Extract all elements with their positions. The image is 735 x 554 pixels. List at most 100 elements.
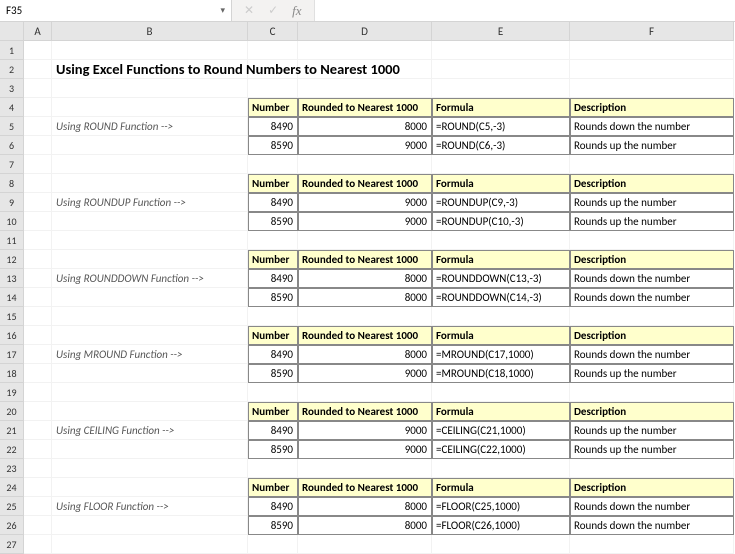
cell[interactable] — [432, 383, 570, 402]
cell[interactable] — [570, 79, 734, 98]
cell-desc[interactable]: Rounds down the number — [570, 345, 734, 364]
cell[interactable] — [24, 402, 52, 421]
row-header[interactable]: 20 — [0, 402, 24, 421]
cell[interactable] — [52, 516, 248, 535]
row-header[interactable]: 8 — [0, 174, 24, 193]
row-header[interactable]: 2 — [0, 60, 24, 79]
col-header-rounded[interactable]: Rounded to Nearest 1000 — [298, 98, 432, 117]
cell[interactable] — [24, 117, 52, 136]
cell[interactable] — [248, 155, 298, 174]
row-header[interactable]: 27 — [0, 535, 24, 554]
cell-rounded[interactable]: 9000 — [298, 136, 432, 155]
cell-desc[interactable]: Rounds up the number — [570, 212, 734, 231]
cell-formula[interactable]: =ROUNDDOWN(C13,-3) — [432, 269, 570, 288]
cell[interactable] — [52, 383, 248, 402]
cell[interactable] — [24, 421, 52, 440]
cell[interactable] — [432, 535, 570, 554]
cell[interactable] — [24, 383, 52, 402]
row-header[interactable]: 24 — [0, 478, 24, 497]
cell-formula[interactable]: =CEILING(C21,1000) — [432, 421, 570, 440]
cell-rounded[interactable]: 9000 — [298, 193, 432, 212]
cell[interactable] — [24, 364, 52, 383]
cell-number[interactable]: 8490 — [248, 421, 298, 440]
cell[interactable] — [52, 174, 248, 193]
formula-bar-input[interactable] — [315, 0, 735, 21]
cell[interactable] — [24, 212, 52, 231]
cell-desc[interactable]: Rounds up the number — [570, 364, 734, 383]
cell[interactable] — [432, 41, 570, 60]
col-header-number[interactable]: Number — [248, 174, 298, 193]
row-header[interactable]: 5 — [0, 117, 24, 136]
accept-icon[interactable]: ✓ — [268, 3, 278, 18]
row-header[interactable]: 7 — [0, 155, 24, 174]
cell-number[interactable]: 8490 — [248, 193, 298, 212]
cell-desc[interactable]: Rounds down the number — [570, 269, 734, 288]
row-header[interactable]: 22 — [0, 440, 24, 459]
cell[interactable] — [52, 212, 248, 231]
row-header[interactable]: 23 — [0, 459, 24, 478]
cell[interactable] — [52, 402, 248, 421]
cell-number[interactable]: 8490 — [248, 497, 298, 516]
row-header[interactable]: 9 — [0, 193, 24, 212]
col-header-description[interactable]: Description — [570, 98, 734, 117]
cell-formula[interactable]: =MROUND(C18,1000) — [432, 364, 570, 383]
cell[interactable] — [24, 193, 52, 212]
cell[interactable] — [570, 459, 734, 478]
col-header-E[interactable]: E — [432, 22, 570, 41]
cell-number[interactable]: 8590 — [248, 288, 298, 307]
cell[interactable] — [52, 79, 248, 98]
cell-desc[interactable]: Rounds down the number — [570, 288, 734, 307]
cell[interactable] — [24, 98, 52, 117]
row-header[interactable]: 17 — [0, 345, 24, 364]
cell[interactable] — [52, 250, 248, 269]
col-header-rounded[interactable]: Rounded to Nearest 1000 — [298, 478, 432, 497]
cell-rounded[interactable]: 9000 — [298, 421, 432, 440]
row-header[interactable]: 6 — [0, 136, 24, 155]
cell-desc[interactable]: Rounds down the number — [570, 497, 734, 516]
row-header[interactable]: 3 — [0, 79, 24, 98]
cell[interactable] — [570, 307, 734, 326]
cell[interactable] — [24, 440, 52, 459]
cell[interactable] — [24, 136, 52, 155]
cell[interactable] — [52, 155, 248, 174]
row-header[interactable]: 15 — [0, 307, 24, 326]
cell-number[interactable]: 8490 — [248, 269, 298, 288]
row-header[interactable]: 13 — [0, 269, 24, 288]
col-header-description[interactable]: Description — [570, 402, 734, 421]
cell-number[interactable]: 8490 — [248, 117, 298, 136]
col-header-rounded[interactable]: Rounded to Nearest 1000 — [298, 402, 432, 421]
col-header-description[interactable]: Description — [570, 478, 734, 497]
cell[interactable] — [298, 459, 432, 478]
cell[interactable] — [24, 231, 52, 250]
cell-number[interactable]: 8590 — [248, 516, 298, 535]
cell[interactable] — [432, 79, 570, 98]
cell-desc[interactable]: Rounds down the number — [570, 117, 734, 136]
cell[interactable] — [52, 478, 248, 497]
cell-formula[interactable]: =MROUND(C17,1000) — [432, 345, 570, 364]
col-header-rounded[interactable]: Rounded to Nearest 1000 — [298, 326, 432, 345]
cell[interactable] — [52, 326, 248, 345]
cell[interactable] — [24, 174, 52, 193]
cell-formula[interactable]: =ROUNDUP(C10,-3) — [432, 212, 570, 231]
cell[interactable] — [24, 155, 52, 174]
cell[interactable] — [432, 231, 570, 250]
row-header[interactable]: 16 — [0, 326, 24, 345]
cell[interactable] — [570, 231, 734, 250]
col-header-formula[interactable]: Formula — [432, 174, 570, 193]
cell-rounded[interactable]: 8000 — [298, 497, 432, 516]
cell[interactable] — [24, 459, 52, 478]
cell[interactable] — [24, 307, 52, 326]
cell-number[interactable]: 8590 — [248, 364, 298, 383]
cell-number[interactable]: 8590 — [248, 212, 298, 231]
cell[interactable] — [570, 535, 734, 554]
cell[interactable] — [432, 155, 570, 174]
cell[interactable] — [52, 364, 248, 383]
section-label[interactable]: Using ROUNDDOWN Function --> — [52, 269, 248, 288]
row-header[interactable]: 14 — [0, 288, 24, 307]
cell[interactable] — [298, 535, 432, 554]
cell-rounded[interactable]: 8000 — [298, 345, 432, 364]
cell[interactable] — [432, 459, 570, 478]
col-header-number[interactable]: Number — [248, 326, 298, 345]
row-header[interactable]: 10 — [0, 212, 24, 231]
cell[interactable] — [24, 497, 52, 516]
